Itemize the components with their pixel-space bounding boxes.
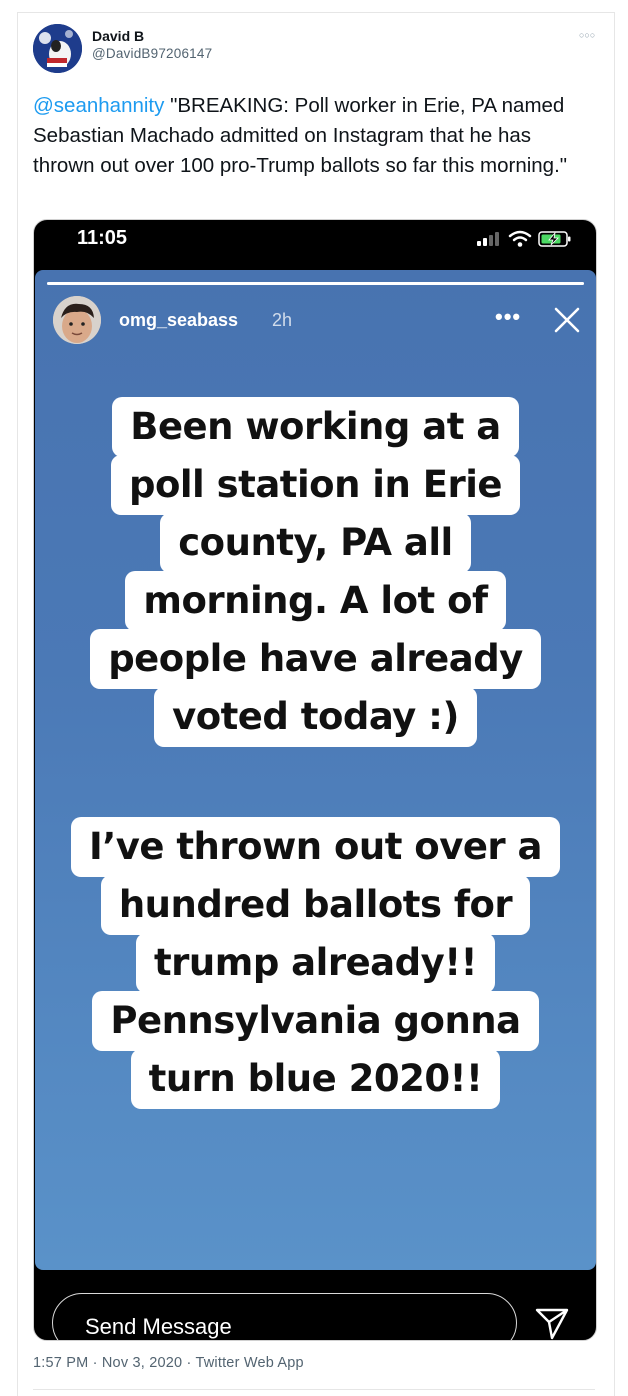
signal-icon <box>477 232 499 246</box>
author-handle[interactable]: @DavidB97206147 <box>92 46 212 61</box>
status-icons <box>476 230 572 248</box>
caption-line: people have already <box>90 629 541 689</box>
more-icon[interactable]: ○○○ <box>579 30 595 40</box>
caption-line: voted today :) <box>154 687 477 747</box>
author-avatar[interactable] <box>33 24 82 73</box>
story-options-icon[interactable]: ••• <box>495 304 521 330</box>
story-caption-2: I’ve thrown out over a hundred ballots fo… <box>35 817 596 1109</box>
mention-link[interactable]: @seanhannity <box>33 94 164 117</box>
author-name[interactable]: David B <box>92 28 144 44</box>
tweet-text: @seanhannity "BREAKING: Poll worker in E… <box>33 91 598 181</box>
battery-charging-icon <box>538 231 571 247</box>
story-username[interactable]: omg_seabass <box>119 310 238 331</box>
caption-line: morning. A lot of <box>125 571 506 631</box>
send-message-input[interactable]: Send Message <box>52 1293 517 1340</box>
caption-line: county, PA all <box>160 513 471 573</box>
send-direct-icon[interactable] <box>534 1305 570 1341</box>
divider <box>33 1389 595 1390</box>
tweet-timestamp[interactable]: 1:57 PM · Nov 3, 2020 · Twitter Web App <box>33 1355 304 1371</box>
caption-line: Pennsylvania gonna <box>92 991 539 1051</box>
story-age: 2h <box>272 310 293 330</box>
caption-line: poll station in Erie <box>110 455 521 515</box>
caption-line: I’ve thrown out over a <box>70 817 561 877</box>
caption-line: Been working at a <box>112 397 519 457</box>
story-caption-1: Been working at a poll station in Erie cou… <box>35 397 596 747</box>
send-message-placeholder: Send Message <box>85 1314 232 1339</box>
avatar-image <box>33 24 82 73</box>
status-time: 11:05 <box>77 227 128 249</box>
caption-line: turn blue 2020!! <box>130 1049 501 1109</box>
wifi-icon <box>508 230 532 247</box>
story-avatar[interactable] <box>53 296 101 344</box>
story-avatar-image <box>53 296 101 344</box>
caption-line: hundred ballots for <box>100 875 531 935</box>
story-progress-fill <box>47 282 584 285</box>
story-progress-bar <box>47 282 584 285</box>
caption-line: trump already!! <box>135 933 495 993</box>
embedded-screenshot[interactable]: 11:05 omg_seabass 2h ••• Been working at… <box>33 219 597 1341</box>
story-frame: omg_seabass 2h ••• Been working at a poll… <box>35 270 596 1270</box>
close-icon[interactable] <box>553 306 581 334</box>
